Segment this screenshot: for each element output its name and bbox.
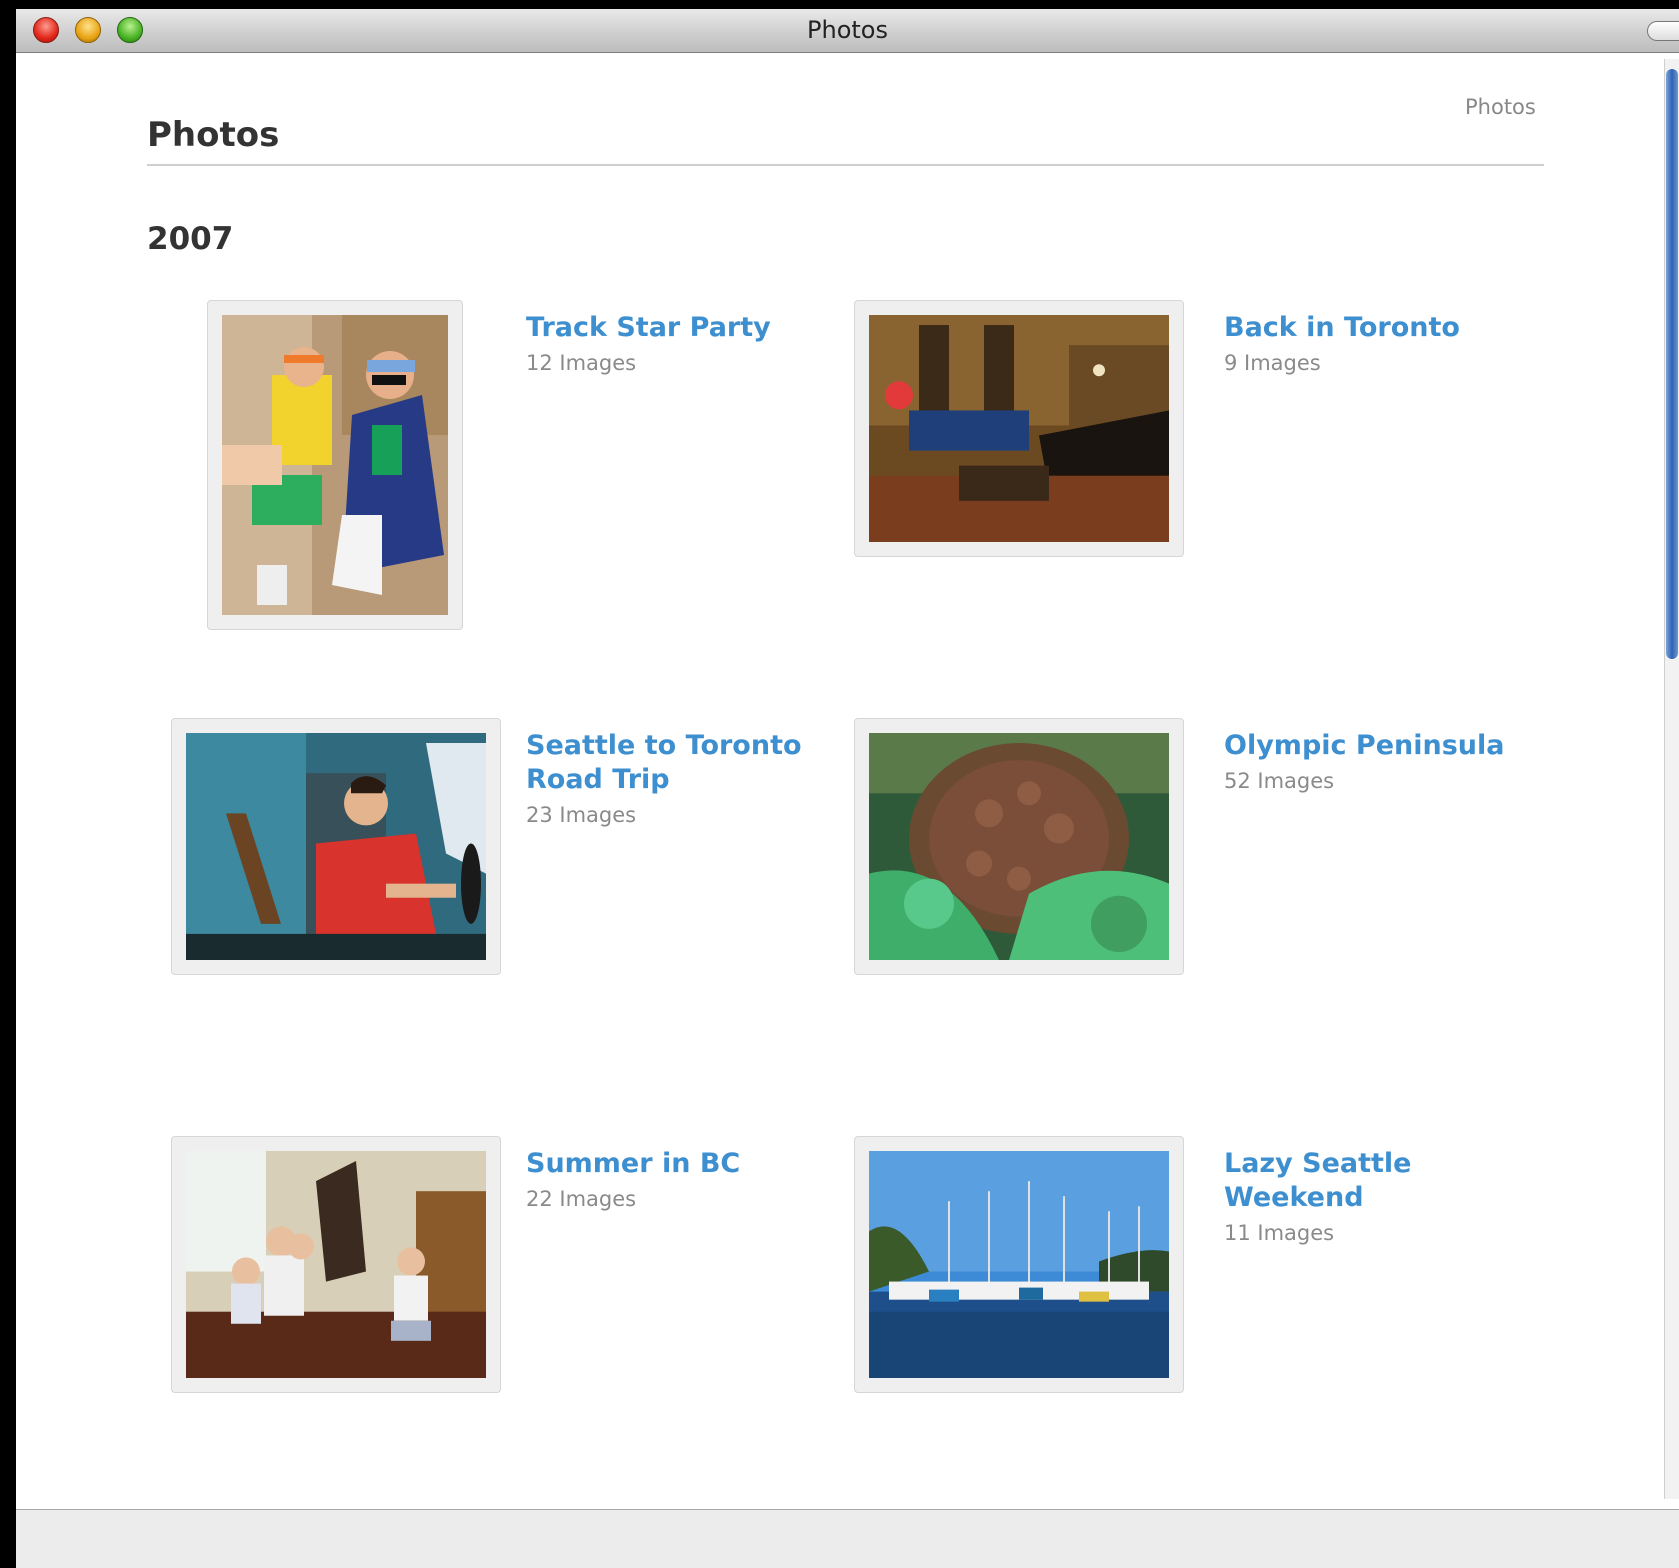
album-title-link[interactable]: Back in Toronto bbox=[1224, 311, 1524, 345]
title-divider bbox=[147, 164, 1544, 166]
album-image-count: 52 Images bbox=[1224, 769, 1335, 793]
year-heading: 2007 bbox=[147, 221, 234, 257]
page-content: Photos Photos 2007 Track Star Party 12 I… bbox=[16, 53, 1664, 1509]
album-thumbnail[interactable] bbox=[854, 300, 1184, 557]
album-image-count: 23 Images bbox=[526, 803, 637, 827]
title-bar[interactable]: Photos bbox=[16, 9, 1679, 53]
album-thumbnail[interactable] bbox=[207, 300, 463, 630]
album-thumbnail[interactable] bbox=[854, 1136, 1184, 1393]
status-bar bbox=[16, 1509, 1679, 1568]
album-photo bbox=[869, 315, 1169, 542]
app-window: Photos Photos Photos 2007 Track Star Par… bbox=[16, 9, 1679, 1568]
album-photo bbox=[222, 315, 448, 615]
album-thumbnail[interactable] bbox=[854, 718, 1184, 975]
album-title-link[interactable]: Seattle to Toronto Road Trip bbox=[526, 729, 826, 797]
album-photo bbox=[186, 1151, 486, 1378]
album-photo bbox=[186, 733, 486, 960]
album-photo bbox=[869, 733, 1169, 960]
album-image-count: 9 Images bbox=[1224, 351, 1321, 375]
toolbar-toggle-button[interactable] bbox=[1647, 21, 1679, 41]
album-thumbnail[interactable] bbox=[171, 1136, 501, 1393]
page-title: Photos bbox=[147, 115, 280, 155]
album-image-count: 22 Images bbox=[526, 1187, 637, 1211]
vertical-scrollbar[interactable] bbox=[1664, 59, 1679, 1499]
album-title-link[interactable]: Track Star Party bbox=[526, 311, 826, 345]
window-title: Photos bbox=[807, 16, 888, 44]
breadcrumb[interactable]: Photos bbox=[1465, 95, 1536, 119]
album-image-count: 12 Images bbox=[526, 351, 637, 375]
album-image-count: 11 Images bbox=[1224, 1221, 1335, 1245]
album-thumbnail[interactable] bbox=[171, 718, 501, 975]
album-title-link[interactable]: Lazy Seattle Weekend bbox=[1224, 1147, 1524, 1215]
album-title-link[interactable]: Olympic Peninsula bbox=[1224, 729, 1524, 763]
album-title-link[interactable]: Summer in BC bbox=[526, 1147, 826, 1181]
album-photo bbox=[869, 1151, 1169, 1378]
scrollbar-thumb[interactable] bbox=[1666, 69, 1678, 659]
